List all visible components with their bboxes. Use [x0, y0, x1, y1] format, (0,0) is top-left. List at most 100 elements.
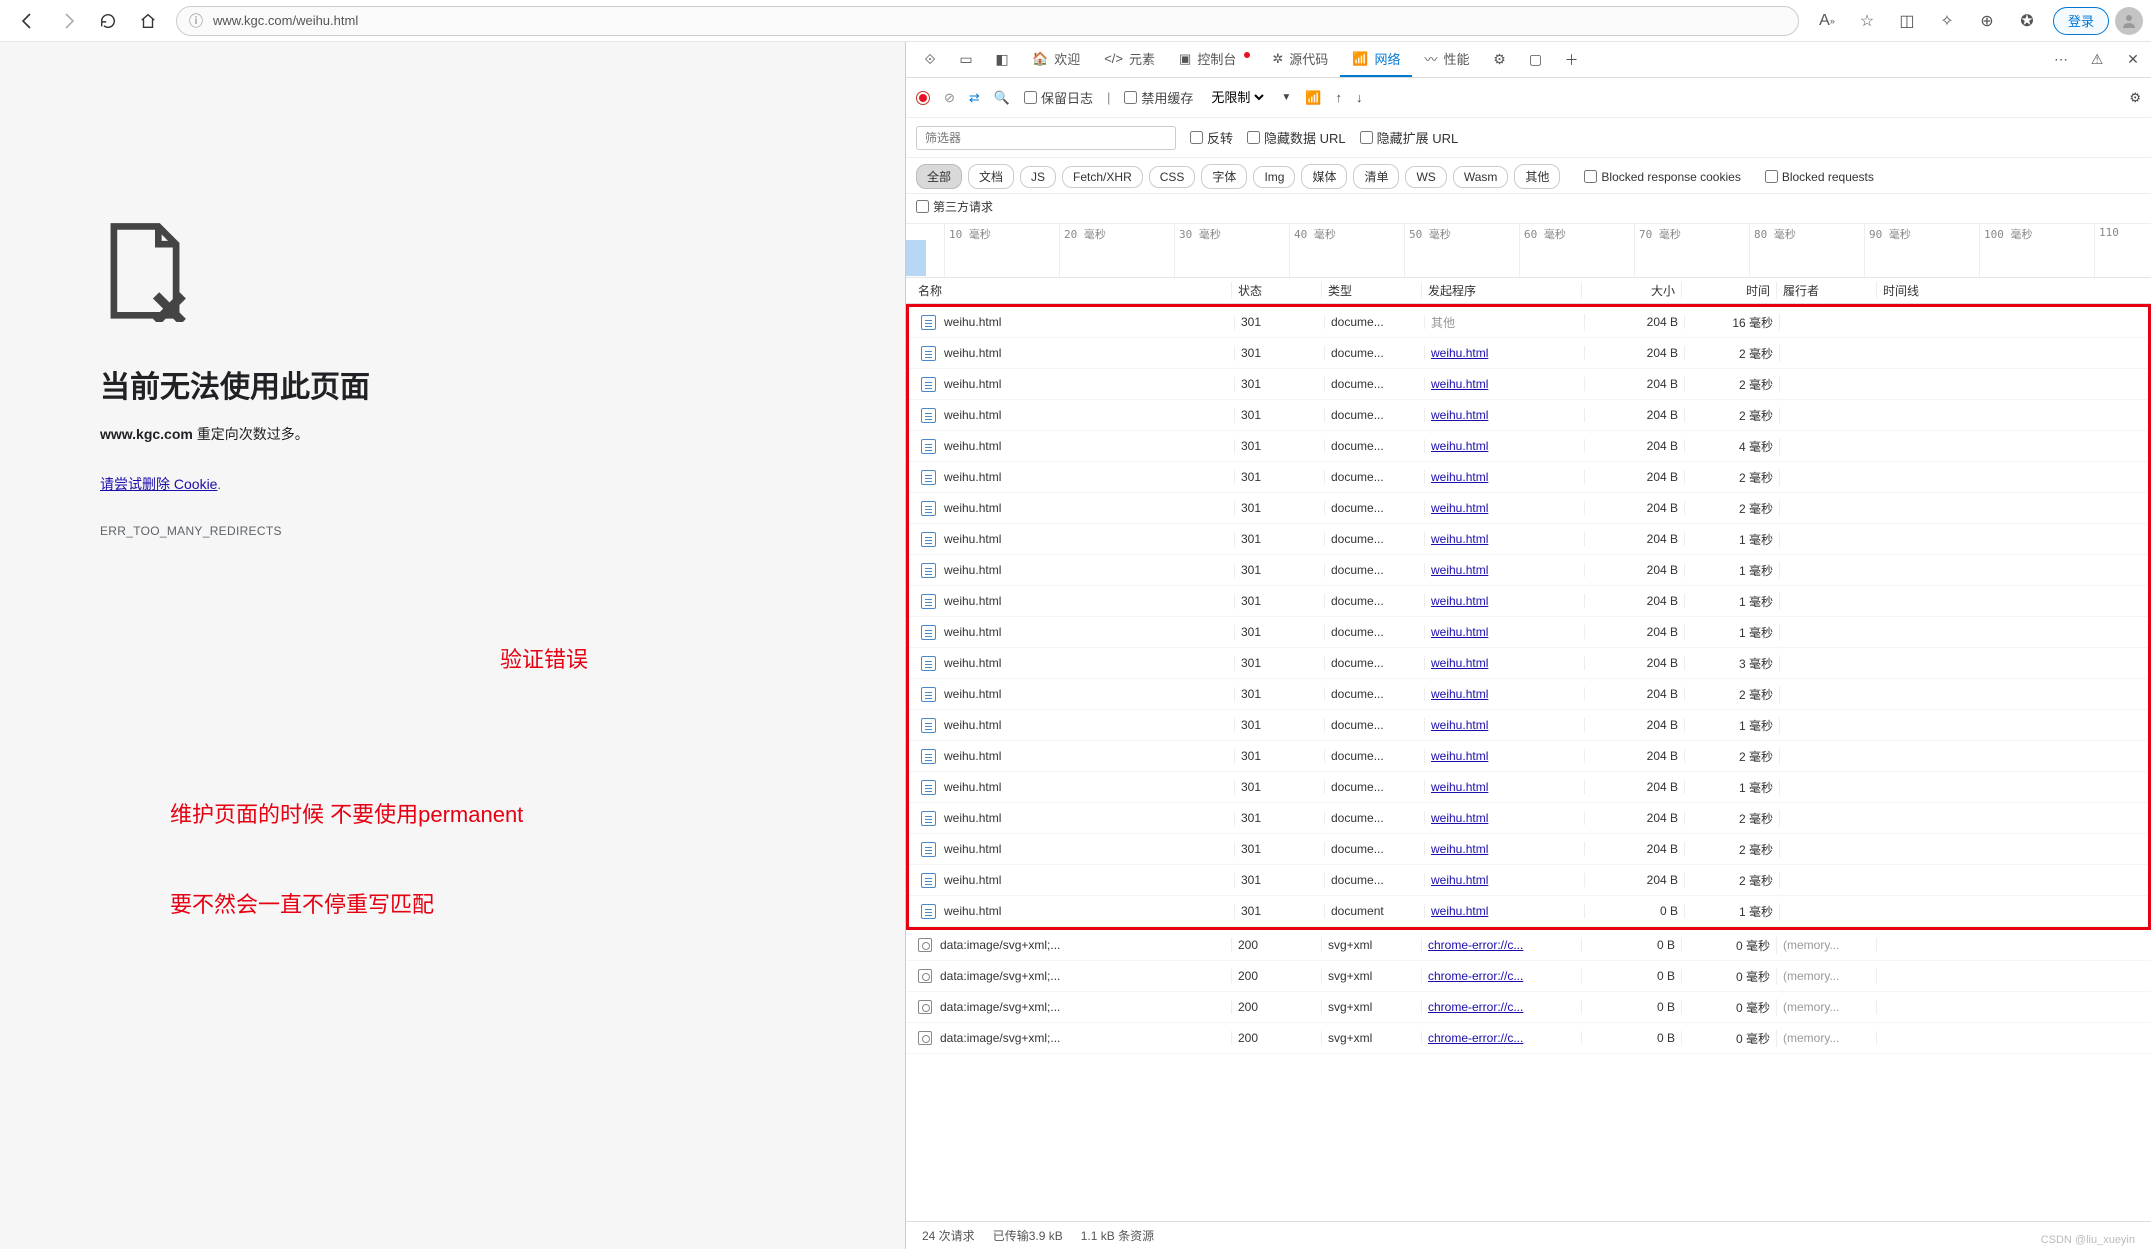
info-icon[interactable]: ⓘ — [189, 11, 203, 31]
cb-blocked_requests[interactable]: Blocked requests — [1765, 170, 1874, 184]
record-button[interactable] — [916, 91, 930, 105]
chip-字体[interactable]: 字体 — [1201, 164, 1247, 189]
table-row[interactable]: data:image/svg+xml;...200svg+xmlchrome-e… — [906, 992, 2151, 1023]
tab-elements[interactable]: </> 元素 — [1092, 42, 1167, 77]
chip-JS[interactable]: JS — [1020, 166, 1056, 188]
tab-performance[interactable]: 〰 性能 — [1412, 42, 1481, 77]
read-aloud-icon[interactable]: A» — [1807, 5, 1847, 37]
table-row[interactable]: weihu.html301docume...weihu.html204 B2 毫… — [909, 493, 2148, 524]
favorites-bar-icon[interactable]: ✧ — [1927, 5, 1967, 37]
dock-icon[interactable]: ◧ — [984, 42, 1020, 77]
table-row[interactable]: data:image/svg+xml;...200svg+xmlchrome-e… — [906, 961, 2151, 992]
table-row[interactable]: weihu.html301docume...weihu.html204 B2 毫… — [909, 834, 2148, 865]
table-row[interactable]: weihu.html301docume...weihu.html204 B2 毫… — [909, 400, 2148, 431]
table-row[interactable]: weihu.html301docume...weihu.html204 B2 毫… — [909, 741, 2148, 772]
col-name[interactable]: 名称 — [912, 282, 1232, 299]
inspect-icon[interactable]: ⟐ — [912, 42, 948, 77]
wifi-icon[interactable]: 📶 — [1305, 90, 1321, 106]
search-icon[interactable]: 🔍 — [994, 90, 1010, 106]
tab-sources[interactable]: ✲ 源代码 — [1260, 42, 1340, 77]
filter-toggle-icon[interactable]: ⇄ — [969, 90, 980, 106]
refresh-button[interactable] — [88, 5, 128, 37]
table-row[interactable]: weihu.html301docume...weihu.html204 B3 毫… — [909, 648, 2148, 679]
chip-CSS[interactable]: CSS — [1149, 166, 1196, 188]
tab-network[interactable]: 📶 网络 — [1340, 42, 1412, 77]
favorite-icon[interactable]: ☆ — [1847, 5, 1887, 37]
extensions-icon[interactable]: ✪ — [2007, 5, 2047, 37]
table-row[interactable]: weihu.html301docume...其他204 B16 毫秒 — [909, 307, 2148, 338]
col-waterfall[interactable]: 时间线 — [1877, 282, 2151, 299]
ruler-tick: 50 毫秒 — [1404, 224, 1451, 277]
timeline-overview[interactable]: 10 毫秒20 毫秒30 毫秒40 毫秒50 毫秒60 毫秒70 毫秒80 毫秒… — [906, 224, 2151, 278]
cb-blocked_cookies[interactable]: Blocked response cookies — [1584, 170, 1740, 184]
preserve-log-checkbox[interactable]: 保留日志 — [1024, 88, 1093, 107]
col-initiator[interactable]: 发起程序 — [1422, 282, 1582, 299]
col-size[interactable]: 大小 — [1582, 282, 1682, 299]
settings-icon[interactable]: ⚙ — [1481, 42, 1517, 77]
delete-cookies-link[interactable]: 请尝试删除 Cookie — [100, 476, 217, 492]
network-settings-icon[interactable]: ⚙ — [2129, 90, 2141, 106]
col-fulfilled[interactable]: 履行者 — [1777, 282, 1877, 299]
table-row[interactable]: weihu.html301docume...weihu.html204 B2 毫… — [909, 338, 2148, 369]
back-button[interactable] — [8, 5, 48, 37]
home-button[interactable] — [128, 5, 168, 37]
collections-icon[interactable]: ⊕ — [1967, 5, 2007, 37]
col-type[interactable]: 类型 — [1322, 282, 1422, 299]
address-bar[interactable]: ⓘ www.kgc.com/weihu.html — [176, 6, 1799, 36]
throttle-select[interactable]: 无限制 — [1207, 89, 1267, 106]
table-row[interactable]: weihu.html301docume...weihu.html204 B1 毫… — [909, 617, 2148, 648]
chip-文档[interactable]: 文档 — [968, 164, 1014, 189]
disable-cache-checkbox[interactable]: 禁用缓存 — [1124, 88, 1193, 107]
table-row[interactable]: weihu.html301docume...weihu.html204 B4 毫… — [909, 431, 2148, 462]
upload-icon[interactable]: ↑ — [1336, 90, 1343, 105]
table-row[interactable]: weihu.html301docume...weihu.html204 B1 毫… — [909, 710, 2148, 741]
table-row[interactable]: weihu.html301documentweihu.html0 B1 毫秒 — [909, 896, 2148, 927]
table-row[interactable]: data:image/svg+xml;...200svg+xmlchrome-e… — [906, 1023, 2151, 1054]
table-row[interactable]: weihu.html301docume...weihu.html204 B1 毫… — [909, 524, 2148, 555]
table-row[interactable]: weihu.html301docume...weihu.html204 B1 毫… — [909, 772, 2148, 803]
ruler-tick: 10 毫秒 — [944, 224, 991, 277]
login-button[interactable]: 登录 — [2053, 7, 2109, 35]
ruler-tick: 30 毫秒 — [1174, 224, 1221, 277]
table-row[interactable]: weihu.html301docume...weihu.html204 B1 毫… — [909, 586, 2148, 617]
table-row[interactable]: weihu.html301docume...weihu.html204 B2 毫… — [909, 803, 2148, 834]
clear-icon[interactable]: ⊘ — [944, 90, 955, 106]
hide-data-url-checkbox[interactable]: 隐藏数据 URL — [1247, 128, 1346, 147]
table-row[interactable]: weihu.html301docume...weihu.html204 B2 毫… — [909, 865, 2148, 896]
chip-WS[interactable]: WS — [1405, 166, 1446, 188]
issues-icon[interactable]: ⚠ — [2079, 42, 2115, 77]
table-row[interactable]: weihu.html301docume...weihu.html204 B1 毫… — [909, 555, 2148, 586]
error-code: ERR_TOO_MANY_REDIRECTS — [100, 524, 905, 538]
network-table-header[interactable]: 名称 状态 类型 发起程序 大小 时间 履行者 时间线 — [906, 278, 2151, 304]
status-transferred: 已传输3.9 kB — [993, 1227, 1063, 1244]
third-party-checkbox[interactable]: 第三方请求 — [916, 198, 2141, 215]
close-devtools-icon[interactable]: ✕ — [2115, 42, 2151, 77]
add-tab-icon[interactable]: ＋ — [1553, 42, 1589, 77]
document-icon — [921, 718, 936, 733]
chip-媒体[interactable]: 媒体 — [1301, 164, 1347, 189]
invert-checkbox[interactable]: 反转 — [1190, 128, 1233, 147]
hide-ext-url-checkbox[interactable]: 隐藏扩展 URL — [1360, 128, 1459, 147]
chip-其他[interactable]: 其他 — [1514, 164, 1560, 189]
tab-console[interactable]: ▣ 控制台 — [1167, 42, 1260, 77]
more-icon[interactable]: ⋯ — [2043, 42, 2079, 77]
forward-button[interactable] — [48, 5, 88, 37]
split-screen-icon[interactable]: ◫ — [1887, 5, 1927, 37]
dock-panel-icon[interactable]: ▢ — [1517, 42, 1553, 77]
col-status[interactable]: 状态 — [1232, 282, 1322, 299]
filter-input[interactable] — [916, 126, 1176, 150]
table-row[interactable]: weihu.html301docume...weihu.html204 B2 毫… — [909, 679, 2148, 710]
table-row[interactable]: weihu.html301docume...weihu.html204 B2 毫… — [909, 462, 2148, 493]
chip-全部[interactable]: 全部 — [916, 164, 962, 189]
chip-Img[interactable]: Img — [1253, 166, 1295, 188]
chip-Wasm[interactable]: Wasm — [1453, 166, 1509, 188]
device-mode-icon[interactable]: ▭ — [948, 42, 984, 77]
col-time[interactable]: 时间 — [1682, 282, 1777, 299]
tab-welcome[interactable]: 🏠 欢迎 — [1020, 42, 1092, 77]
avatar-icon[interactable] — [2115, 7, 2143, 35]
table-row[interactable]: data:image/svg+xml;...200svg+xmlchrome-e… — [906, 930, 2151, 961]
table-row[interactable]: weihu.html301docume...weihu.html204 B2 毫… — [909, 369, 2148, 400]
download-icon[interactable]: ↓ — [1356, 90, 1363, 105]
chip-清单[interactable]: 清单 — [1353, 164, 1399, 189]
chip-Fetch/XHR[interactable]: Fetch/XHR — [1062, 166, 1143, 188]
